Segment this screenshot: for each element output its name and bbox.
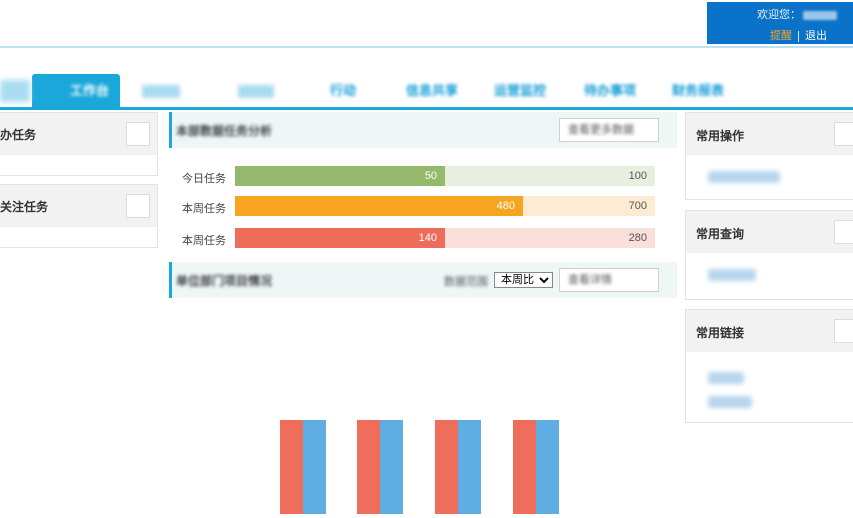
panel-title: 常用操作 [696,129,745,143]
username [803,10,837,20]
more-button[interactable] [126,194,150,218]
bar-total: 280 [628,232,647,244]
tab-label: 工作台 [70,83,110,98]
panel-header: 常用查询 [686,211,853,253]
bar-track: 480 700 [235,196,655,216]
action-link[interactable] [708,171,780,183]
bar-fill: 50 [235,166,445,186]
chart-bar-2-2 [380,420,403,514]
panel-header: 办任务 [0,113,157,155]
chart-bar-3-1 [435,420,458,514]
more-button[interactable] [834,220,853,244]
bar-label: 本周任务 [182,203,226,215]
divider [798,30,799,42]
link-item[interactable] [708,372,744,384]
pending-tasks-panel: 办任务 [0,112,158,176]
welcome-label: 欢迎您： [757,9,801,21]
top-header: 欢迎您： 提醒 退出 [0,0,853,48]
welcome-text: 欢迎您： [757,6,837,22]
panel-title: 常用查询 [696,227,745,241]
tab-workbench[interactable]: 工作台 [32,74,120,107]
view-more-button[interactable]: 查看更多数据 [559,118,659,142]
panel-header: 关注任务 [0,185,157,227]
tab-3[interactable] [238,74,276,107]
project-status-header: 单位部门项目情况 数据范围 本周比 查看详情 [169,262,677,298]
bar-fill: 140 [235,228,445,248]
remind-link[interactable]: 提醒 [770,30,792,42]
view-detail-button[interactable]: 查看详情 [559,268,659,292]
task-analysis-header: 本部数据任务分析 查看更多数据 [169,112,677,148]
more-button[interactable] [126,122,150,146]
panel-header: 常用操作 [686,113,853,155]
bar-value: 140 [418,232,437,244]
bar-row-week: 本周任务 480 700 [176,196,666,216]
link-item[interactable] [708,396,752,408]
header-links: 提醒 退出 [770,27,827,43]
range-select[interactable]: 本周比 [494,272,553,288]
tab-7[interactable]: 待办事项 [584,74,636,107]
filter-label: 数据范围 [444,276,488,288]
tab-6[interactable]: 运营监控 [494,74,546,107]
bar-row-week-2: 本周任务 140 280 [176,228,666,248]
tab-2[interactable] [142,74,182,107]
more-button[interactable] [834,122,853,146]
panel-title: 常用链接 [696,326,745,340]
bar-value: 480 [496,200,515,212]
user-box: 欢迎您： 提醒 退出 [707,2,853,44]
bar-track: 140 280 [235,228,655,248]
more-button[interactable] [834,319,853,343]
followed-tasks-panel: 关注任务 [0,184,158,248]
bar-total: 700 [628,200,647,212]
query-link[interactable] [708,269,756,281]
logout-link[interactable]: 退出 [805,30,827,42]
common-queries-panel: 常用查询 [685,210,853,300]
bar-label: 本周任务 [182,235,226,247]
panel-header: 常用链接 [686,310,853,352]
panel-title: 办任务 [0,128,37,142]
chart-bar-4-2 [536,420,559,514]
panel-title: 关注任务 [0,200,49,214]
common-links-panel: 常用链接 [685,309,853,423]
project-bar-chart [280,420,559,514]
tab-8[interactable]: 财务报表 [672,74,724,107]
chart-bar-3-2 [458,420,481,514]
bar-value: 50 [424,170,437,182]
bar-row-today: 今日任务 50 100 [176,166,666,186]
logo-blur [0,80,30,102]
chart-bar-2-1 [357,420,380,514]
tab-4[interactable]: 行动 [330,74,356,107]
section-title: 本部数据任务分析 [176,124,273,138]
chart-bar-1-2 [303,420,326,514]
tab-5[interactable]: 信息共享 [406,74,458,107]
section-title: 单位部门项目情况 [176,274,273,288]
common-actions-panel: 常用操作 [685,112,853,200]
bar-total: 100 [628,170,647,182]
bar-track: 50 100 [235,166,655,186]
chart-bar-1-1 [280,420,303,514]
bar-label: 今日任务 [182,173,226,185]
chart-bar-4-1 [513,420,536,514]
main-nav: 工作台 行动 信息共享 运营监控 待办事项 财务报表 [0,74,853,110]
bar-fill: 480 [235,196,523,216]
